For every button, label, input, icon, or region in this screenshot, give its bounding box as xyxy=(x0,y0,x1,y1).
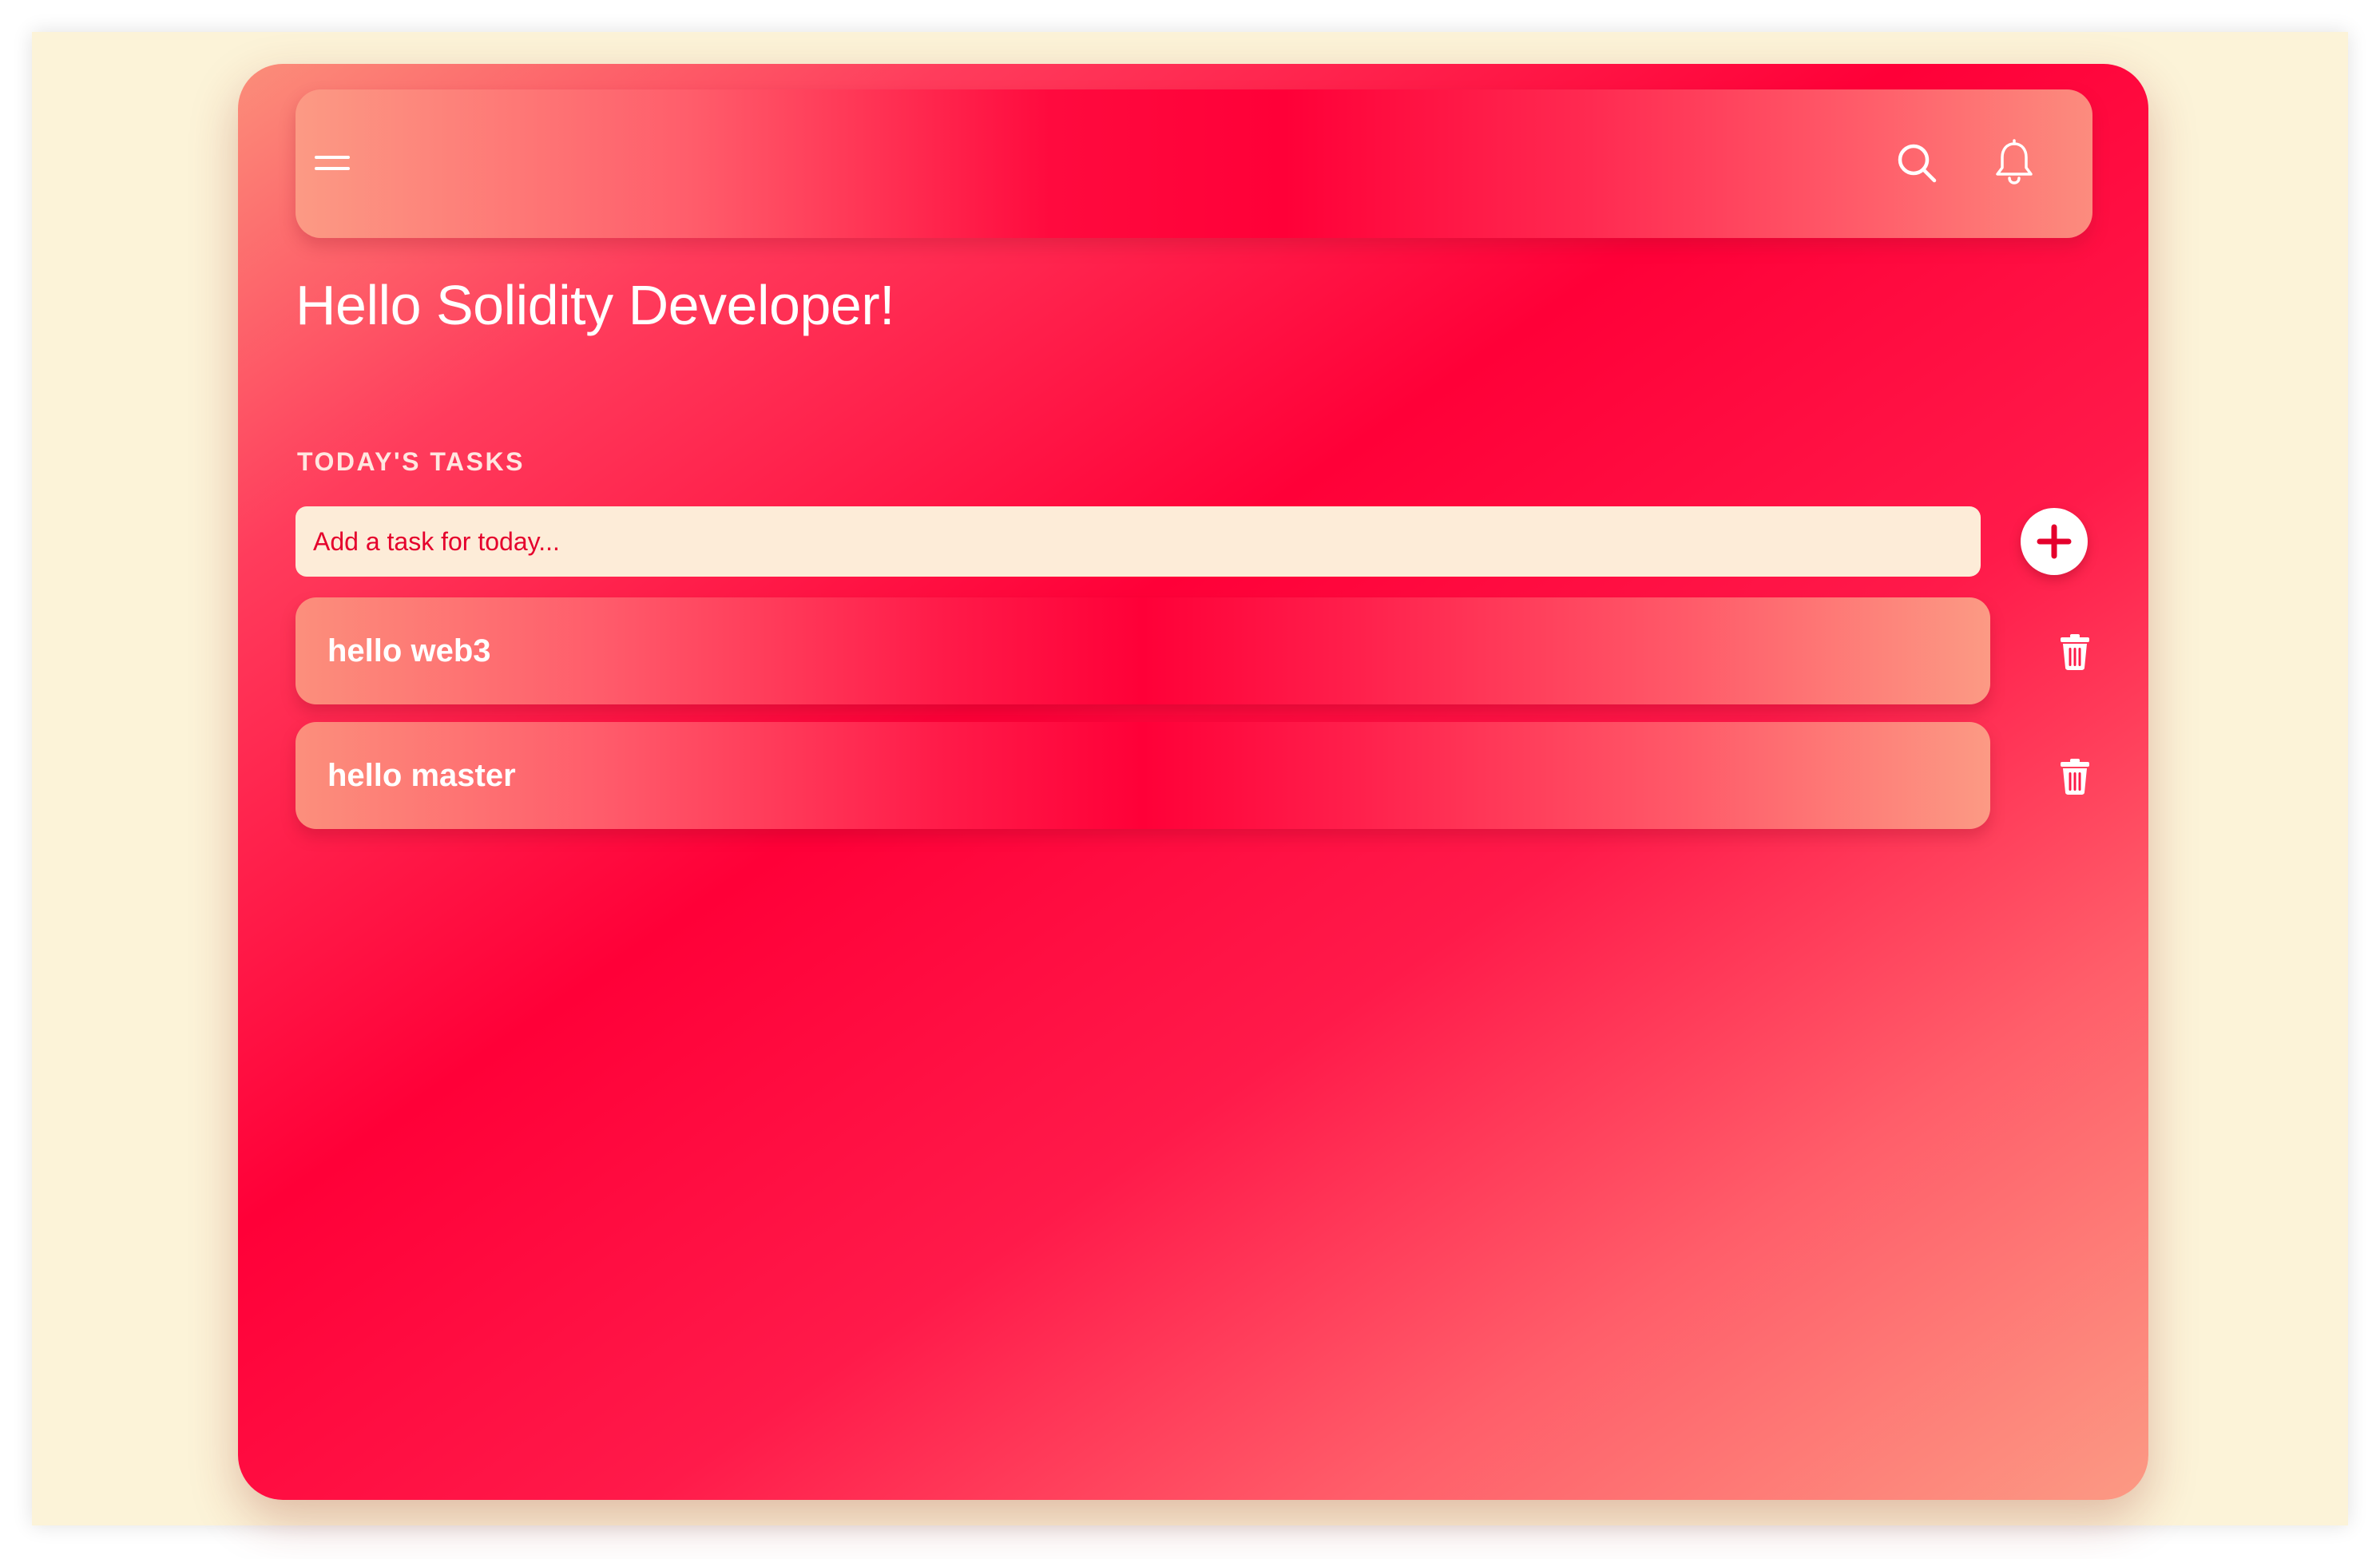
page-background: Hello Solidity Developer! TODAY'S TASKS … xyxy=(32,32,2348,1525)
task-item-text: hello web3 xyxy=(327,633,491,668)
task-item[interactable]: hello master xyxy=(296,722,1990,829)
bell-icon[interactable] xyxy=(1992,139,2037,187)
page-title: Hello Solidity Developer! xyxy=(296,274,895,336)
task-item-text: hello master xyxy=(327,758,516,793)
plus-icon xyxy=(2037,524,2072,559)
add-task-button[interactable] xyxy=(2021,508,2088,575)
add-task-input[interactable] xyxy=(296,506,1981,577)
delete-task-button[interactable] xyxy=(2057,756,2092,797)
trash-icon xyxy=(2061,759,2089,795)
section-heading-todays-tasks: TODAY'S TASKS xyxy=(297,447,525,476)
delete-task-button[interactable] xyxy=(2057,631,2092,672)
task-item[interactable]: hello web3 xyxy=(296,597,1990,704)
search-icon[interactable] xyxy=(1893,139,1941,187)
trash-icon xyxy=(2061,634,2089,670)
todo-app-card: Hello Solidity Developer! TODAY'S TASKS … xyxy=(238,64,2148,1500)
hamburger-menu-icon[interactable] xyxy=(313,144,351,182)
top-bar xyxy=(296,89,2092,238)
